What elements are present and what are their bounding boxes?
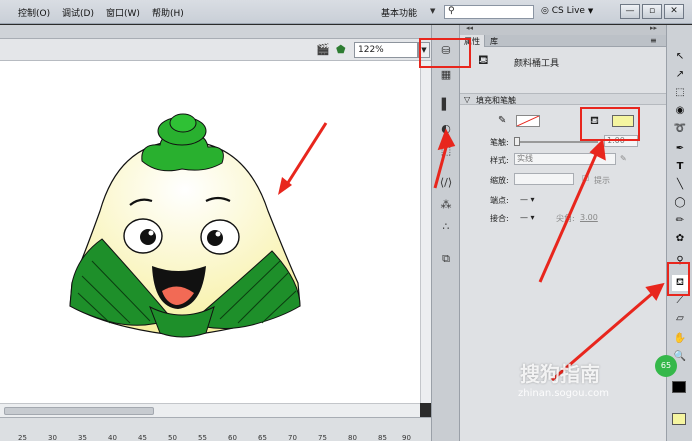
- watermark-logo: 搜狗指南: [520, 362, 600, 386]
- watermark-url: zhinan.sogou.com: [518, 388, 610, 399]
